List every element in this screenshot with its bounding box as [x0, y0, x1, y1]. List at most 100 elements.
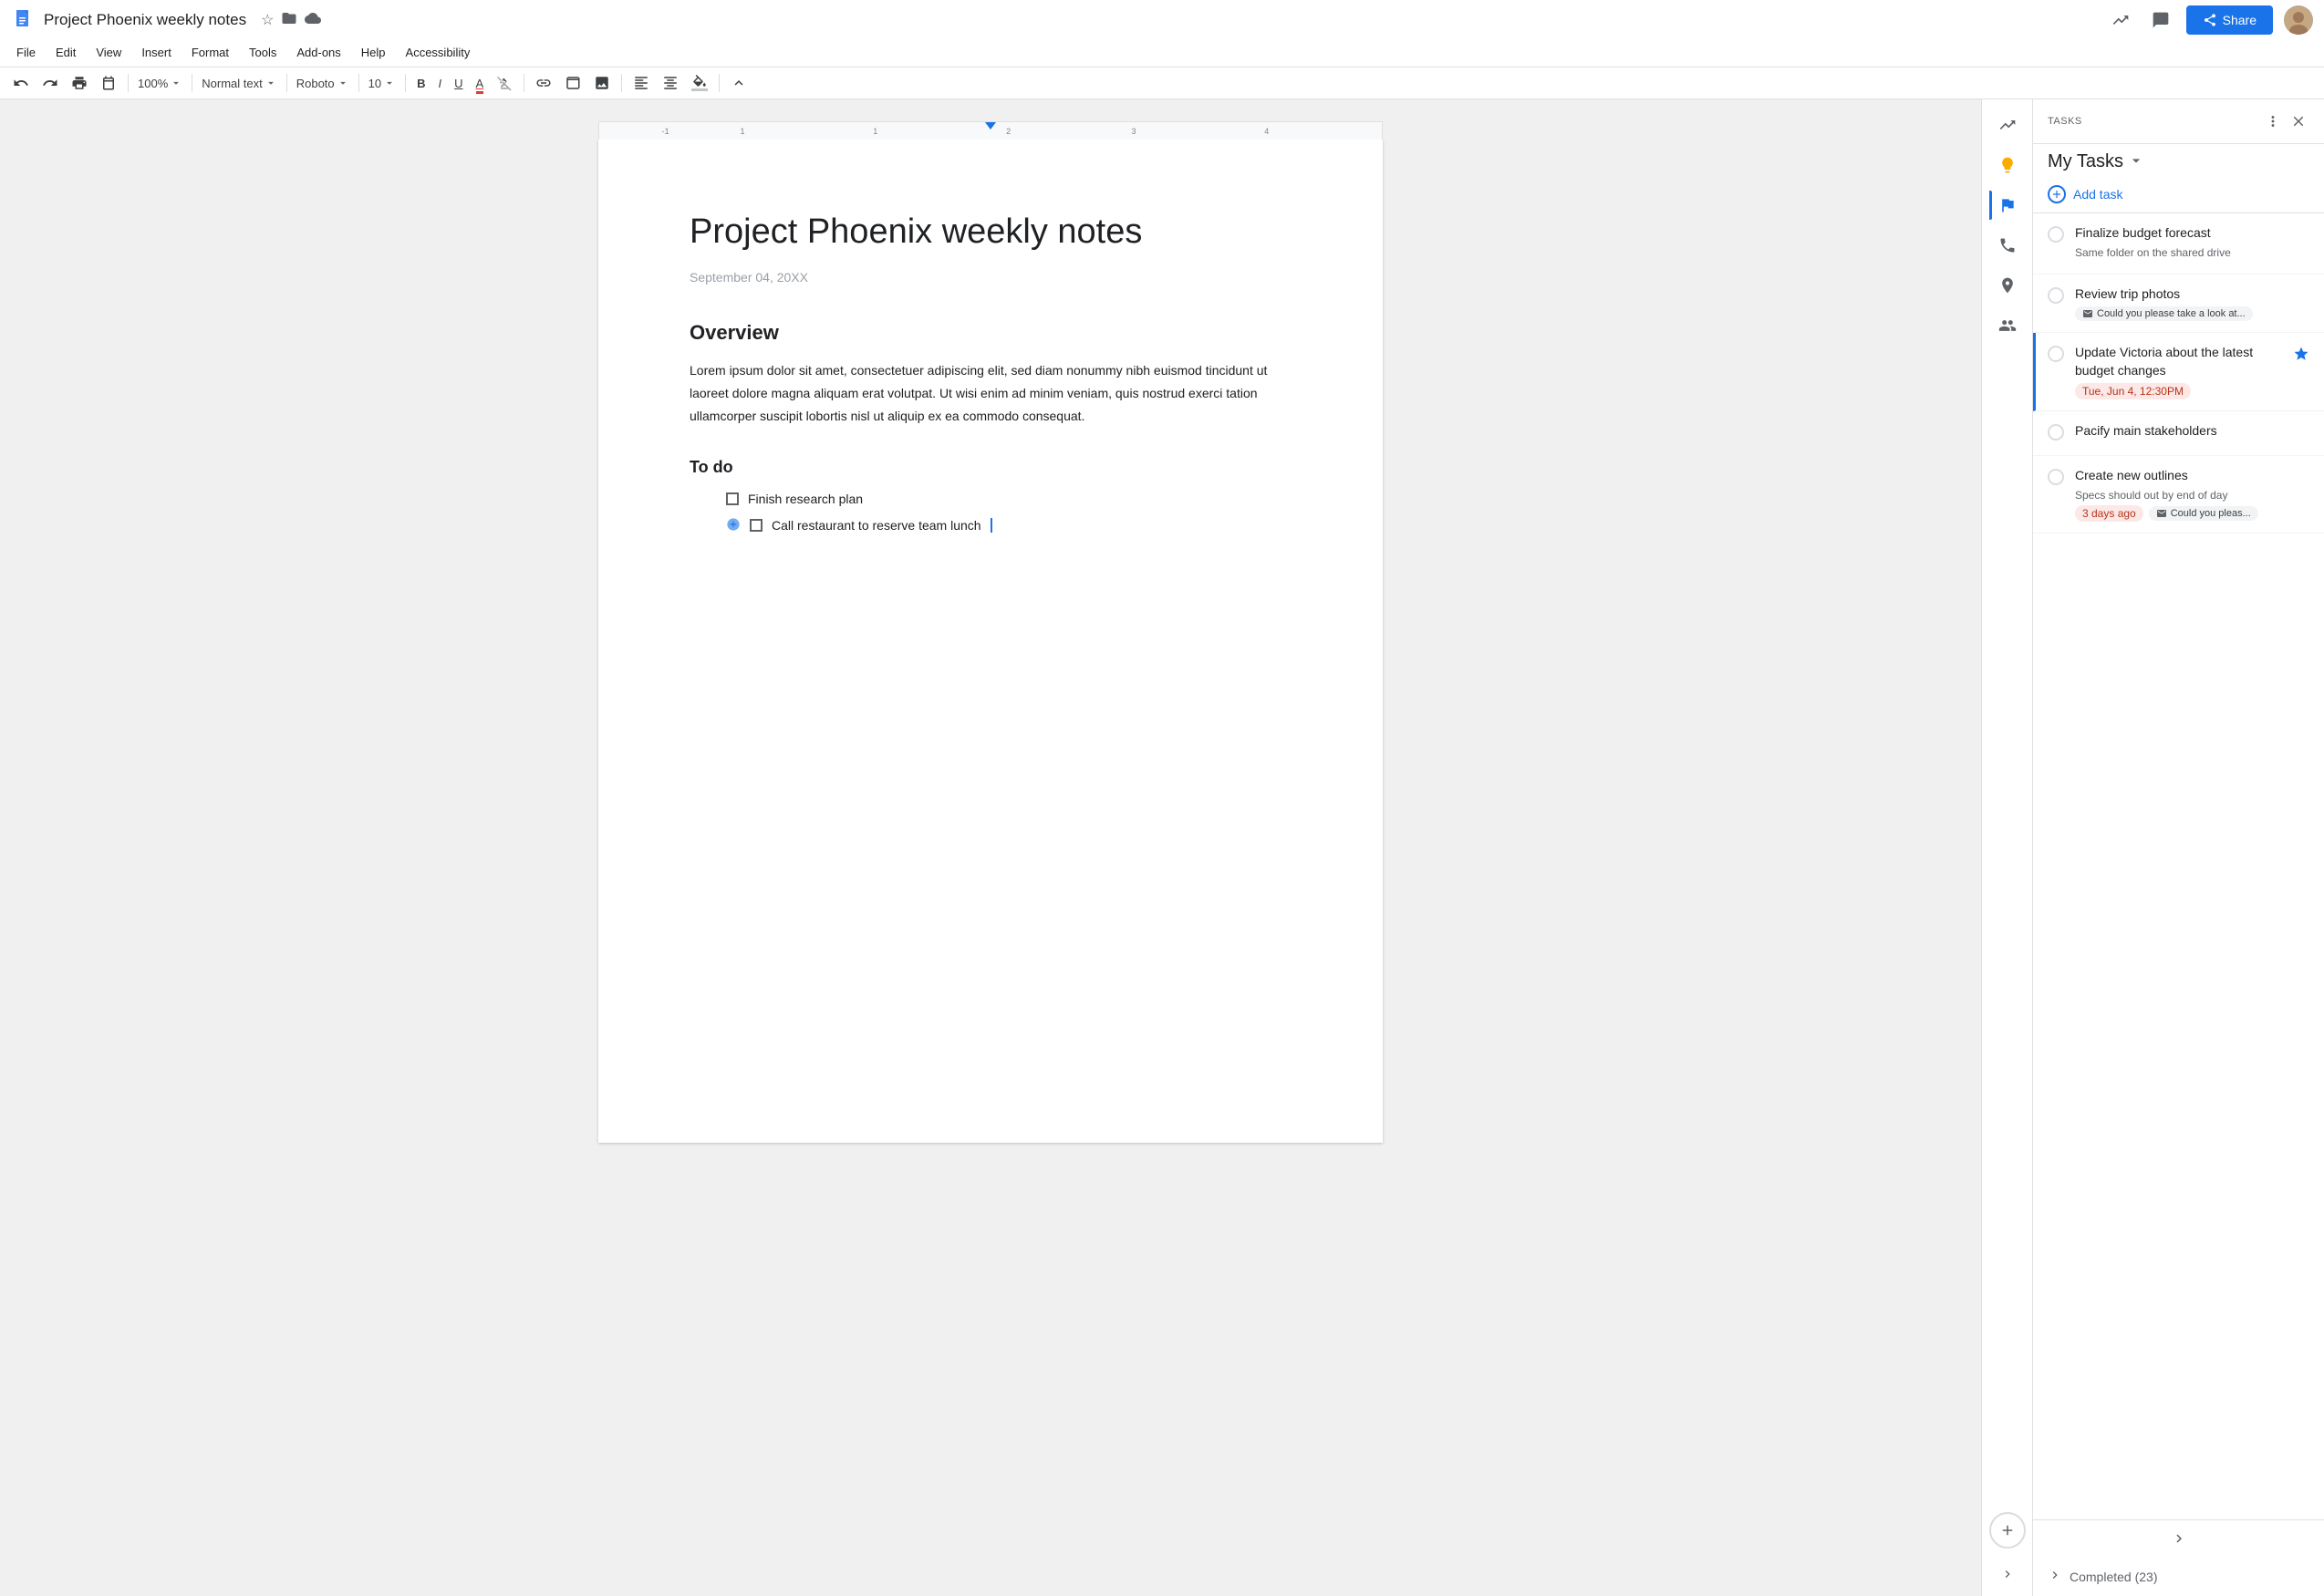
underline-button[interactable]: U — [449, 73, 468, 94]
folder-icon[interactable] — [281, 10, 297, 31]
tasks-more-button[interactable] — [2262, 110, 2284, 132]
text-cursor — [991, 518, 992, 533]
textcolor-button[interactable]: A — [471, 73, 490, 94]
todo-item-label-2: Call restaurant to reserve team lunch — [772, 518, 981, 533]
checkbox-2[interactable] — [750, 519, 763, 532]
sidebar-item-maps[interactable] — [1989, 267, 2026, 304]
toolbar-divider-8 — [719, 74, 720, 92]
task-star-3[interactable] — [2293, 346, 2309, 365]
font-select[interactable]: Roboto — [293, 73, 353, 94]
star-icon[interactable]: ☆ — [261, 11, 274, 29]
menu-view[interactable]: View — [87, 42, 130, 63]
highlight-button[interactable] — [491, 71, 518, 95]
checkbox-1[interactable] — [726, 492, 739, 505]
ruler: -1 1 1 2 3 4 — [598, 121, 1383, 140]
toolbar: 100% Normal text Roboto 10 B I U A — [0, 67, 2324, 98]
style-select[interactable]: Normal text — [198, 73, 280, 94]
task-content-3: Update Victoria about the latest budget … — [2075, 344, 2282, 399]
document-page-title: Project Phoenix weekly notes — [690, 212, 1292, 252]
add-task-icon — [2048, 185, 2066, 203]
tasks-collapse-row — [2033, 1519, 2324, 1557]
italic-button[interactable]: I — [433, 73, 448, 94]
menu-accessibility[interactable]: Accessibility — [397, 42, 480, 63]
link-button[interactable] — [530, 71, 557, 95]
align-center-button[interactable] — [657, 71, 684, 95]
menu-bar: File Edit View Insert Format Tools Add-o… — [0, 40, 2324, 67]
add-app-button[interactable] — [1989, 1512, 2026, 1549]
menu-insert[interactable]: Insert — [132, 42, 181, 63]
toolbar-divider-7 — [621, 74, 622, 92]
sidebar-item-keep[interactable] — [1989, 147, 2026, 183]
collapse-tasks-panel-button[interactable] — [2168, 1528, 2190, 1549]
tasks-panel-spacer — [2033, 866, 2324, 1519]
task-title-3[interactable]: Update Victoria about the latest budget … — [2075, 344, 2282, 379]
overview-paragraph[interactable]: Lorem ipsum dolor sit amet, consectetuer… — [690, 359, 1292, 429]
menu-addons[interactable]: Add-ons — [287, 42, 349, 63]
task-title-5[interactable]: Create new outlines — [2075, 467, 2309, 485]
print-button[interactable] — [66, 71, 93, 95]
align-left-button[interactable] — [628, 71, 655, 95]
todo-item-with-task-icon — [726, 517, 741, 534]
trending-button[interactable] — [2106, 5, 2135, 35]
document-area[interactable]: -1 1 1 2 3 4 Project Phoenix weekly note… — [0, 99, 1981, 1596]
expand-toolbar-button[interactable] — [725, 71, 752, 95]
share-button[interactable]: Share — [2186, 5, 2273, 35]
tasks-panel-header: TASKS — [2033, 99, 2324, 144]
todo-list: Finish research plan Call restaurant to … — [690, 492, 1292, 534]
sidebar-item-trending[interactable] — [1989, 107, 2026, 143]
task-chips-5: 3 days ago Could you pleas... — [2075, 505, 2309, 522]
fontsize-select[interactable]: 10 — [365, 73, 399, 94]
sidebar-item-tasks[interactable] — [1989, 187, 2026, 223]
task-title-1[interactable]: Finalize budget forecast — [2075, 224, 2309, 243]
completed-section[interactable]: Completed (23) — [2033, 1557, 2324, 1596]
menu-file[interactable]: File — [7, 42, 45, 63]
task-complete-checkbox-1[interactable] — [2048, 226, 2064, 243]
section-overview-title: Overview — [690, 321, 1292, 345]
ruler-tab-stop — [985, 122, 996, 130]
menu-format[interactable]: Format — [182, 42, 238, 63]
list-item: Create new outlines Specs should out by … — [2033, 456, 2324, 534]
task-chips-3: Tue, Jun 4, 12:30PM — [2075, 383, 2282, 399]
task-title-2[interactable]: Review trip photos — [2075, 285, 2309, 304]
list-item: Finish research plan — [726, 492, 1292, 506]
tasks-close-button[interactable] — [2288, 110, 2309, 132]
undo-button[interactable] — [7, 71, 35, 95]
collapse-sidebar-button[interactable] — [1997, 1563, 2018, 1585]
task-chip-email-5[interactable]: Could you pleas... — [2149, 506, 2258, 521]
bold-button[interactable]: B — [411, 73, 431, 94]
completed-chevron-icon — [2048, 1568, 2062, 1585]
task-sub-1: Same folder on the shared drive — [2075, 246, 2309, 259]
image-button[interactable] — [588, 71, 616, 95]
menu-tools[interactable]: Tools — [240, 42, 285, 63]
document-page[interactable]: Project Phoenix weekly notes September 0… — [598, 140, 1383, 1143]
task-complete-checkbox-2[interactable] — [2048, 287, 2064, 304]
user-avatar[interactable] — [2284, 5, 2313, 35]
side-icon-panel — [1981, 99, 2032, 1596]
todo-item-label-1: Finish research plan — [748, 492, 863, 506]
sidebar-item-contacts[interactable] — [1989, 227, 2026, 264]
sidebar-item-people[interactable] — [1989, 307, 2026, 344]
zoom-select[interactable]: 100% — [134, 73, 186, 94]
task-title-4[interactable]: Pacify main stakeholders — [2075, 422, 2309, 440]
task-chip-date-5: 3 days ago — [2075, 505, 2143, 522]
redo-button[interactable] — [36, 71, 64, 95]
task-content-1: Finalize budget forecast Same folder on … — [2075, 224, 2309, 263]
comment-button[interactable] — [2146, 5, 2175, 35]
paintformat-button[interactable] — [95, 71, 122, 95]
add-task-button[interactable]: Add task — [2033, 176, 2324, 213]
toolbar-divider-3 — [286, 74, 287, 92]
task-complete-checkbox-5[interactable] — [2048, 469, 2064, 485]
table-button[interactable] — [559, 71, 586, 95]
paintbucket-button[interactable] — [686, 71, 713, 95]
tasks-title-chevron[interactable] — [2127, 151, 2145, 172]
task-complete-checkbox-4[interactable] — [2048, 424, 2064, 440]
toolbar-divider-5 — [405, 74, 406, 92]
google-docs-icon — [11, 7, 36, 33]
menu-edit[interactable]: Edit — [47, 42, 85, 63]
task-complete-checkbox-3[interactable] — [2048, 346, 2064, 362]
cloud-icon[interactable] — [305, 10, 321, 31]
task-chip-date-3: Tue, Jun 4, 12:30PM — [2075, 383, 2191, 399]
task-chip-email-2[interactable]: Could you please take a look at... — [2075, 306, 2253, 321]
menu-help[interactable]: Help — [352, 42, 395, 63]
tasks-title-row: My Tasks — [2033, 144, 2324, 176]
